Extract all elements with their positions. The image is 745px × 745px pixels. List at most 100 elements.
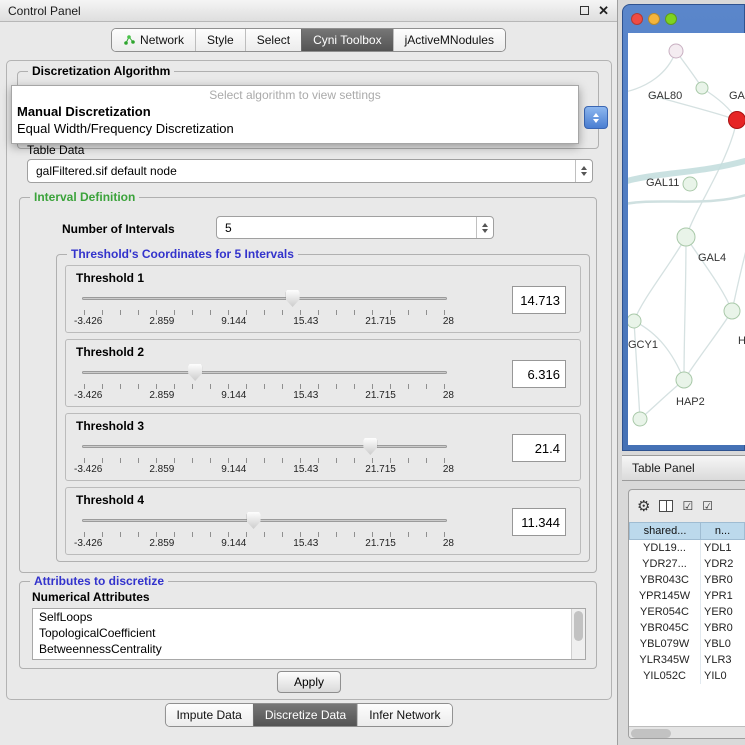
slider-scale-labels: -3.4262.8599.14415.4321.71528 [74,538,454,549]
table-cell[interactable]: YBL0 [701,636,745,652]
table-cell[interactable]: YDR27... [629,556,701,572]
threshold-3-value-field[interactable]: 21.4 [512,434,566,462]
scale-label: 9.144 [221,316,246,327]
table-cell[interactable]: YBL079W [629,636,701,652]
stepper-up-icon [581,166,587,170]
columns-icon[interactable] [659,500,673,512]
select-all-checkbox-icon[interactable]: ☑ [682,500,693,512]
scale-label: 21.715 [365,316,396,327]
tab-network[interactable]: Network [112,29,195,51]
slider-ticks [84,310,445,315]
threshold-2-slider[interactable] [82,362,447,382]
table-cell[interactable]: YER054C [629,604,701,620]
list-scrollbar[interactable] [571,609,585,659]
table-row[interactable]: YDR27...YDR2 [629,556,745,572]
table-row[interactable]: YLR345WYLR3 [629,652,745,668]
node[interactable] [696,82,708,94]
column-header-shared-name[interactable]: shared... [629,522,701,540]
numerical-attributes-list[interactable]: SelfLoopsTopologicalCoefficientBetweenne… [32,608,586,660]
node[interactable] [669,44,683,58]
table-cell[interactable]: YDL19... [629,540,701,556]
slider-thumb[interactable] [363,438,377,455]
scale-label: 15.43 [293,464,318,475]
threshold-4-slider[interactable] [82,510,447,530]
table-cell[interactable]: YDL1 [701,540,745,556]
table-row[interactable]: YIL052CYIL0 [629,668,745,684]
threshold-3-slider[interactable] [82,436,447,456]
apply-button[interactable]: Apply [277,671,341,693]
table-cell[interactable]: YPR145W [629,588,701,604]
selected-red-node[interactable] [729,112,745,129]
table-cell[interactable]: YER0 [701,604,745,620]
table-row[interactable]: YBR045CYBR0 [629,620,745,636]
threshold-4-value-field[interactable]: 11.344 [512,508,566,536]
node-label: H [738,335,745,347]
node[interactable] [633,412,647,426]
dropdown-option-manual-discretization[interactable]: Manual Discretization [12,103,578,120]
horizontal-scrollbar[interactable] [629,726,745,739]
close-traffic-light-icon[interactable] [631,13,643,25]
table-row[interactable]: YBR043CYBR0 [629,572,745,588]
table-cell[interactable]: YBR0 [701,572,745,588]
slider-track[interactable] [82,297,447,300]
table-row[interactable]: YBL079WYBL0 [629,636,745,652]
tab-select[interactable]: Select [245,29,301,51]
threshold-1-value-field[interactable]: 14.713 [512,286,566,314]
node[interactable] [683,177,697,191]
list-item[interactable]: BetweennessCentrality [33,641,585,657]
dropdown-option-equal-width[interactable]: Equal Width/Frequency Discretization [12,120,578,137]
node[interactable] [724,303,740,319]
threshold-2-value-field[interactable]: 6.316 [512,360,566,388]
slider-track[interactable] [82,445,447,448]
table-cell[interactable]: YIL052C [629,668,701,684]
table-cell[interactable]: YBR043C [629,572,701,588]
slider-thumb[interactable] [188,364,202,381]
node-hap2[interactable] [676,372,692,388]
list-item[interactable]: TopologicalCoefficient [33,625,585,641]
table-row[interactable]: YDL19...YDL1 [629,540,745,556]
scale-label: 21.715 [365,538,396,549]
slider-track[interactable] [82,371,447,374]
control-panel-window: Control Panel ✕ Network [0,0,618,745]
node-gal4[interactable] [677,228,695,246]
node-gcy1[interactable] [628,314,641,328]
node-label: GAL80 [648,90,682,102]
gear-icon[interactable]: ⚙ [637,499,650,514]
tab-style[interactable]: Style [195,29,245,51]
scrollbar-thumb[interactable] [574,611,583,641]
close-icon[interactable]: ✕ [598,4,609,17]
threshold-1-slider[interactable] [82,288,447,308]
column-header-name[interactable]: n... [701,522,745,540]
table-row[interactable]: YER054CYER0 [629,604,745,620]
table-data-combobox[interactable]: galFiltered.sif default node [27,159,593,183]
table-cell[interactable]: YLR3 [701,652,745,668]
minimize-traffic-light-icon[interactable] [648,13,660,25]
number-of-intervals-combobox[interactable]: 5 [216,216,494,239]
table-cell[interactable]: YDR2 [701,556,745,572]
slider-track[interactable] [82,519,447,522]
scale-label: 2.859 [149,316,174,327]
network-canvas[interactable]: GAL80 GA GAL11 GAL4 GCY1 H HAP2 [628,33,745,445]
slider-thumb[interactable] [247,512,261,529]
bottom-tabbar: Impute Data Discretize Data Infer Networ… [164,703,452,727]
table-cell[interactable]: YBR045C [629,620,701,636]
tab-infer-network[interactable]: Infer Network [357,704,451,726]
slider-thumb[interactable] [286,290,300,307]
tab-impute-data[interactable]: Impute Data [165,704,252,726]
float-window-icon[interactable] [580,6,589,15]
table-cell[interactable]: YBR0 [701,620,745,636]
list-item[interactable]: SelfLoops [33,609,585,625]
zoom-traffic-light-icon[interactable] [665,13,677,25]
tab-jactivemnodules[interactable]: jActiveMNodules [393,29,505,51]
algorithm-combobox[interactable] [584,106,608,129]
tab-discretize-data[interactable]: Discretize Data [253,704,357,726]
table-row[interactable]: YPR145WYPR1 [629,588,745,604]
scale-label: -3.426 [74,464,102,475]
select-visible-checkbox-icon[interactable]: ☑ [702,500,713,512]
table-cell[interactable]: YPR1 [701,588,745,604]
scrollbar-thumb[interactable] [631,729,671,738]
table-cell[interactable]: YIL0 [701,668,745,684]
table-cell[interactable]: YLR345W [629,652,701,668]
tab-cyni-toolbox[interactable]: Cyni Toolbox [301,29,392,51]
scale-label: 15.43 [293,538,318,549]
